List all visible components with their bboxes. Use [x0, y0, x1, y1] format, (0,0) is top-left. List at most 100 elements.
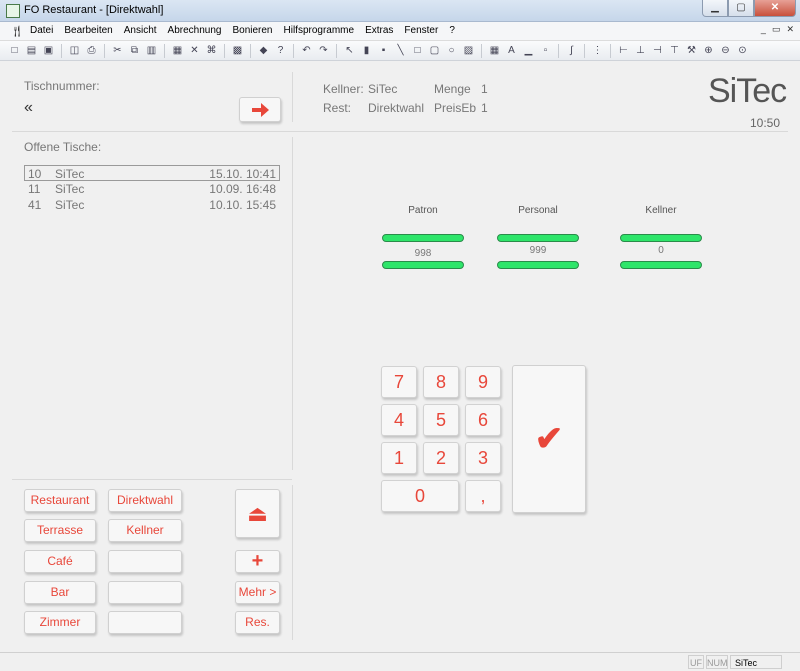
menu-bonieren[interactable]: Bonieren — [232, 25, 272, 36]
table-row[interactable]: 10 SiTec 15.10. 10:41 — [24, 165, 280, 181]
area-zimmer-button[interactable]: Zimmer — [24, 611, 96, 634]
mdi-restore-icon[interactable]: ▭ — [772, 24, 781, 35]
key-9[interactable]: 9 — [465, 366, 501, 398]
save-icon[interactable]: ▣ — [42, 44, 55, 57]
personal-bar-bottom — [497, 261, 579, 269]
go-button[interactable] — [239, 97, 281, 122]
key-7[interactable]: 7 — [381, 366, 417, 398]
print-icon[interactable]: ⎙ — [85, 44, 98, 57]
personal-label: Personal — [518, 205, 558, 216]
box-icon[interactable]: ▫ — [539, 44, 552, 57]
film-icon[interactable]: ▮ — [360, 44, 373, 57]
cut-icon[interactable]: ✂ — [111, 44, 124, 57]
image-icon[interactable]: ▪ — [377, 44, 390, 57]
table-icon[interactable]: ▦ — [488, 44, 501, 57]
menu-datei[interactable]: Datei — [30, 25, 53, 36]
pointer-icon[interactable]: ↖ — [343, 44, 356, 57]
zoom-in-icon[interactable]: ⊕ — [702, 44, 715, 57]
align-center-icon[interactable]: ⊥ — [634, 44, 647, 57]
rounded-rect-icon[interactable]: ▢ — [428, 44, 441, 57]
unit-price-value: 1 — [481, 101, 488, 115]
area-empty-button-3[interactable] — [108, 611, 182, 634]
print-preview-icon[interactable]: ◫ — [68, 44, 81, 57]
properties-icon[interactable]: ▦ — [171, 44, 184, 57]
table-row[interactable]: 41 SiTec 10.10. 15:45 — [24, 197, 280, 213]
help-icon[interactable]: ? — [274, 44, 287, 57]
zoom-fit-icon[interactable]: ⊙ — [736, 44, 749, 57]
area-terrasse-button[interactable]: Terrasse — [24, 519, 96, 542]
area-kellner-button[interactable]: Kellner — [108, 519, 182, 542]
more-button[interactable]: Mehr > — [235, 581, 280, 604]
key-6[interactable]: 6 — [465, 404, 501, 436]
underline-icon[interactable]: ▁ — [522, 44, 535, 57]
picture-icon[interactable]: ▨ — [462, 44, 475, 57]
menu-bearbeiten[interactable]: Bearbeiten — [64, 25, 112, 36]
fork-knife-icon[interactable]: 🍴︎ — [10, 25, 24, 38]
new-icon[interactable]: □ — [8, 44, 21, 57]
key-comma[interactable]: , — [465, 480, 501, 512]
personal-bar-top — [497, 234, 579, 242]
patron-label: Patron — [408, 205, 438, 216]
align-right-icon[interactable]: ⊣ — [651, 44, 664, 57]
paste-icon[interactable]: ▥ — [145, 44, 158, 57]
menu-hilfsprogramme[interactable]: Hilfsprogramme — [284, 25, 355, 36]
ellipse-icon[interactable]: ○ — [445, 44, 458, 57]
area-restaurant-button[interactable]: Restaurant — [24, 489, 96, 512]
area-direktwahl-button[interactable]: Direktwahl — [108, 489, 182, 512]
delete-icon[interactable]: ✕ — [188, 44, 201, 57]
menu-extras[interactable]: Extras — [365, 25, 393, 36]
key-4[interactable]: 4 — [381, 404, 417, 436]
network-icon[interactable]: ⌘ — [205, 44, 218, 57]
key-5[interactable]: 5 — [423, 404, 459, 436]
menu-abrechnung[interactable]: Abrechnung — [168, 25, 222, 36]
key-2[interactable]: 2 — [423, 442, 459, 474]
kellner-bar-top — [620, 234, 702, 242]
area-bar-button[interactable]: Bar — [24, 581, 96, 604]
menu-help[interactable]: ? — [449, 25, 455, 36]
copy-icon[interactable]: ⧉ — [128, 44, 141, 57]
maximize-button[interactable]: ▢ — [728, 0, 754, 17]
waiter-label: Kellner: — [323, 82, 364, 96]
minimize-button[interactable]: ▁ — [702, 0, 728, 17]
sitec-logo: SiTec — [708, 72, 787, 110]
cube-icon[interactable]: ◆ — [257, 44, 270, 57]
checkmark-icon: ✔ — [534, 420, 564, 458]
key-0[interactable]: 0 — [381, 480, 459, 512]
undo-icon[interactable]: ↶ — [300, 44, 313, 57]
patron-bar-top — [382, 234, 464, 242]
kellner-stat-label: Kellner — [645, 205, 677, 216]
mdi-close-icon[interactable]: ✕ — [786, 24, 794, 35]
calculator-icon[interactable]: ▩ — [231, 44, 244, 57]
status-bar: UF NUM SiTec — [0, 652, 800, 671]
key-3[interactable]: 3 — [465, 442, 501, 474]
curve-icon[interactable]: ∫ — [565, 44, 578, 57]
menu-ansicht[interactable]: Ansicht — [124, 25, 157, 36]
key-1[interactable]: 1 — [381, 442, 417, 474]
line-icon[interactable]: ╲ — [394, 44, 407, 57]
close-button[interactable]: ✕ — [754, 0, 796, 17]
clock: 10:50 — [750, 116, 781, 130]
menu-bar: 🍴︎ Datei Bearbeiten Ansicht Abrechnung B… — [0, 22, 800, 41]
open-icon[interactable]: ▤ — [25, 44, 38, 57]
eject-button[interactable]: ⏏ — [235, 489, 280, 538]
add-button[interactable]: + — [235, 550, 280, 573]
area-empty-button-2[interactable] — [108, 581, 182, 604]
tools-icon[interactable]: ⚒ — [685, 44, 698, 57]
area-empty-button-1[interactable] — [108, 550, 182, 573]
grid-icon[interactable]: ⋮ — [591, 44, 604, 57]
confirm-button[interactable]: ✔ — [512, 365, 586, 513]
redo-icon[interactable]: ↷ — [317, 44, 330, 57]
align-top-icon[interactable]: ⊤ — [668, 44, 681, 57]
rectangle-icon[interactable]: □ — [411, 44, 424, 57]
table-row[interactable]: 11 SiTec 10.09. 16:48 — [24, 181, 280, 197]
menu-fenster[interactable]: Fenster — [404, 25, 438, 36]
reservation-button[interactable]: Res. — [235, 611, 280, 634]
align-left-icon[interactable]: ⊢ — [617, 44, 630, 57]
zoom-out-icon[interactable]: ⊖ — [719, 44, 732, 57]
mdi-minimize-icon[interactable]: _ — [761, 24, 766, 35]
table-number-input[interactable]: « — [24, 99, 33, 117]
area-cafe-button[interactable]: Café — [24, 550, 96, 573]
quantity-value: 1 — [481, 82, 488, 96]
text-icon[interactable]: A — [505, 44, 518, 57]
key-8[interactable]: 8 — [423, 366, 459, 398]
